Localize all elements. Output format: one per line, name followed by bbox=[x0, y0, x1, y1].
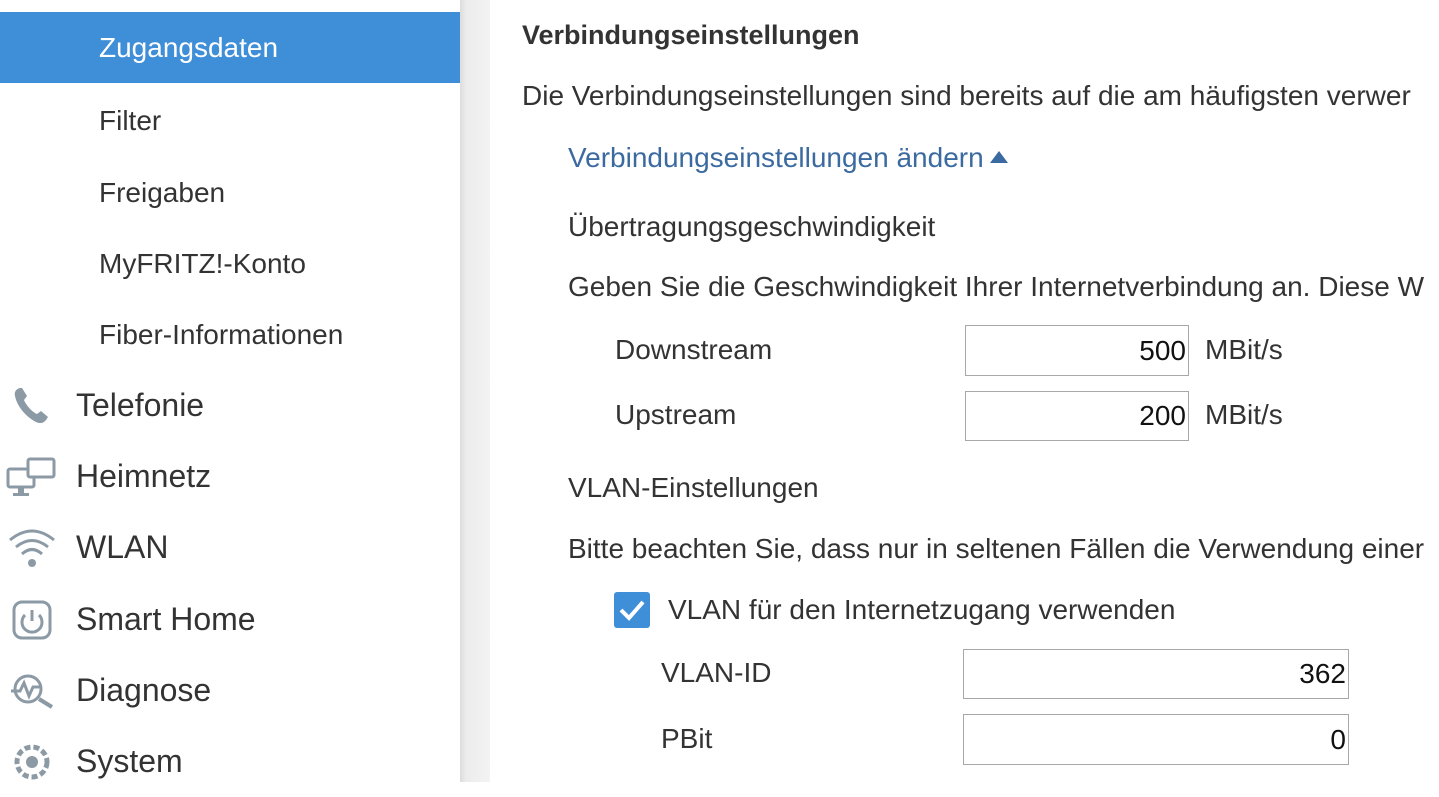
vlan-description: Bitte beachten Sie, dass nur in seltenen… bbox=[568, 533, 1425, 564]
upstream-input[interactable] bbox=[965, 391, 1189, 441]
pbit-label: PBit bbox=[661, 723, 713, 754]
sidebar-item-label: Smart Home bbox=[76, 601, 256, 637]
sidebar-item-diagnose[interactable]: Diagnose bbox=[0, 655, 460, 726]
sidebar-item-fiber-informationen[interactable]: Fiber-Informationen bbox=[0, 299, 460, 370]
sidebar-item-label: Zugangsdaten bbox=[99, 32, 279, 63]
smart-home-icon bbox=[12, 600, 52, 640]
checkmark-icon bbox=[619, 600, 645, 621]
vlan-id-label: VLAN-ID bbox=[661, 657, 772, 688]
main-content: Verbindungseinstellungen Die Verbindungs… bbox=[490, 0, 1439, 782]
vlan-title: VLAN-Einstellungen bbox=[568, 472, 819, 503]
downstream-label: Downstream bbox=[615, 334, 773, 365]
sidebar-item-system[interactable]: System bbox=[0, 726, 460, 797]
sidebar-item-label: Telefonie bbox=[76, 387, 205, 423]
sidebar: Zugangsdaten Filter Freigaben MyFRITZ!-K… bbox=[0, 0, 460, 782]
speed-description: Geben Sie die Geschwindigkeit Ihrer Inte… bbox=[568, 271, 1425, 302]
upstream-label: Upstream bbox=[615, 399, 737, 430]
speed-title: Übertragungsgeschwindigkeit bbox=[568, 211, 936, 242]
downstream-unit: MBit/s bbox=[1205, 334, 1283, 365]
sidebar-item-telefonie[interactable]: Telefonie bbox=[0, 370, 460, 441]
sidebar-item-label: MyFRITZ!-Konto bbox=[99, 248, 306, 279]
sidebar-item-label: Freigaben bbox=[99, 177, 226, 208]
toggle-settings-label: Verbindungseinstellungen ändern bbox=[568, 142, 984, 173]
sidebar-item-label: Filter bbox=[99, 105, 162, 136]
diagnose-icon bbox=[11, 674, 54, 709]
network-icon bbox=[6, 457, 56, 496]
upstream-unit: MBit/s bbox=[1205, 399, 1283, 430]
wifi-icon bbox=[9, 529, 55, 567]
sidebar-item-smart-home[interactable]: Smart Home bbox=[0, 584, 460, 655]
sidebar-item-freigaben[interactable]: Freigaben bbox=[0, 157, 460, 228]
sidebar-item-label: System bbox=[76, 743, 183, 779]
sidebar-item-label: WLAN bbox=[76, 529, 169, 565]
vlan-checkbox[interactable] bbox=[614, 592, 650, 628]
sidebar-item-myfritz-konto[interactable]: MyFRITZ!-Konto bbox=[0, 228, 460, 299]
sidebar-item-label: Heimnetz bbox=[76, 458, 212, 494]
sidebar-item-zugangsdaten[interactable]: Zugangsdaten bbox=[0, 12, 460, 83]
vlan-id-input[interactable] bbox=[963, 649, 1349, 699]
sidebar-item-wlan[interactable]: WLAN bbox=[0, 512, 460, 583]
sidebar-item-label: Fiber-Informationen bbox=[99, 319, 344, 350]
triangle-up-icon bbox=[989, 151, 1008, 163]
phone-icon bbox=[14, 388, 48, 424]
toggle-settings-link[interactable]: Verbindungseinstellungen ändern bbox=[568, 142, 1008, 174]
sidebar-item-filter[interactable]: Filter bbox=[0, 85, 460, 156]
system-icon bbox=[14, 744, 50, 780]
pbit-input[interactable] bbox=[963, 714, 1349, 765]
intro-text: Die Verbindungseinstellungen sind bereit… bbox=[522, 80, 1411, 111]
sidebar-divider bbox=[460, 0, 490, 782]
sidebar-item-heimnetz[interactable]: Heimnetz bbox=[0, 441, 460, 512]
downstream-input[interactable] bbox=[965, 325, 1189, 376]
section-heading: Verbindungseinstellungen bbox=[522, 20, 860, 50]
sidebar-item-label: Diagnose bbox=[76, 672, 212, 708]
vlan-checkbox-label[interactable]: VLAN für den Internetzugang verwenden bbox=[668, 594, 1175, 626]
